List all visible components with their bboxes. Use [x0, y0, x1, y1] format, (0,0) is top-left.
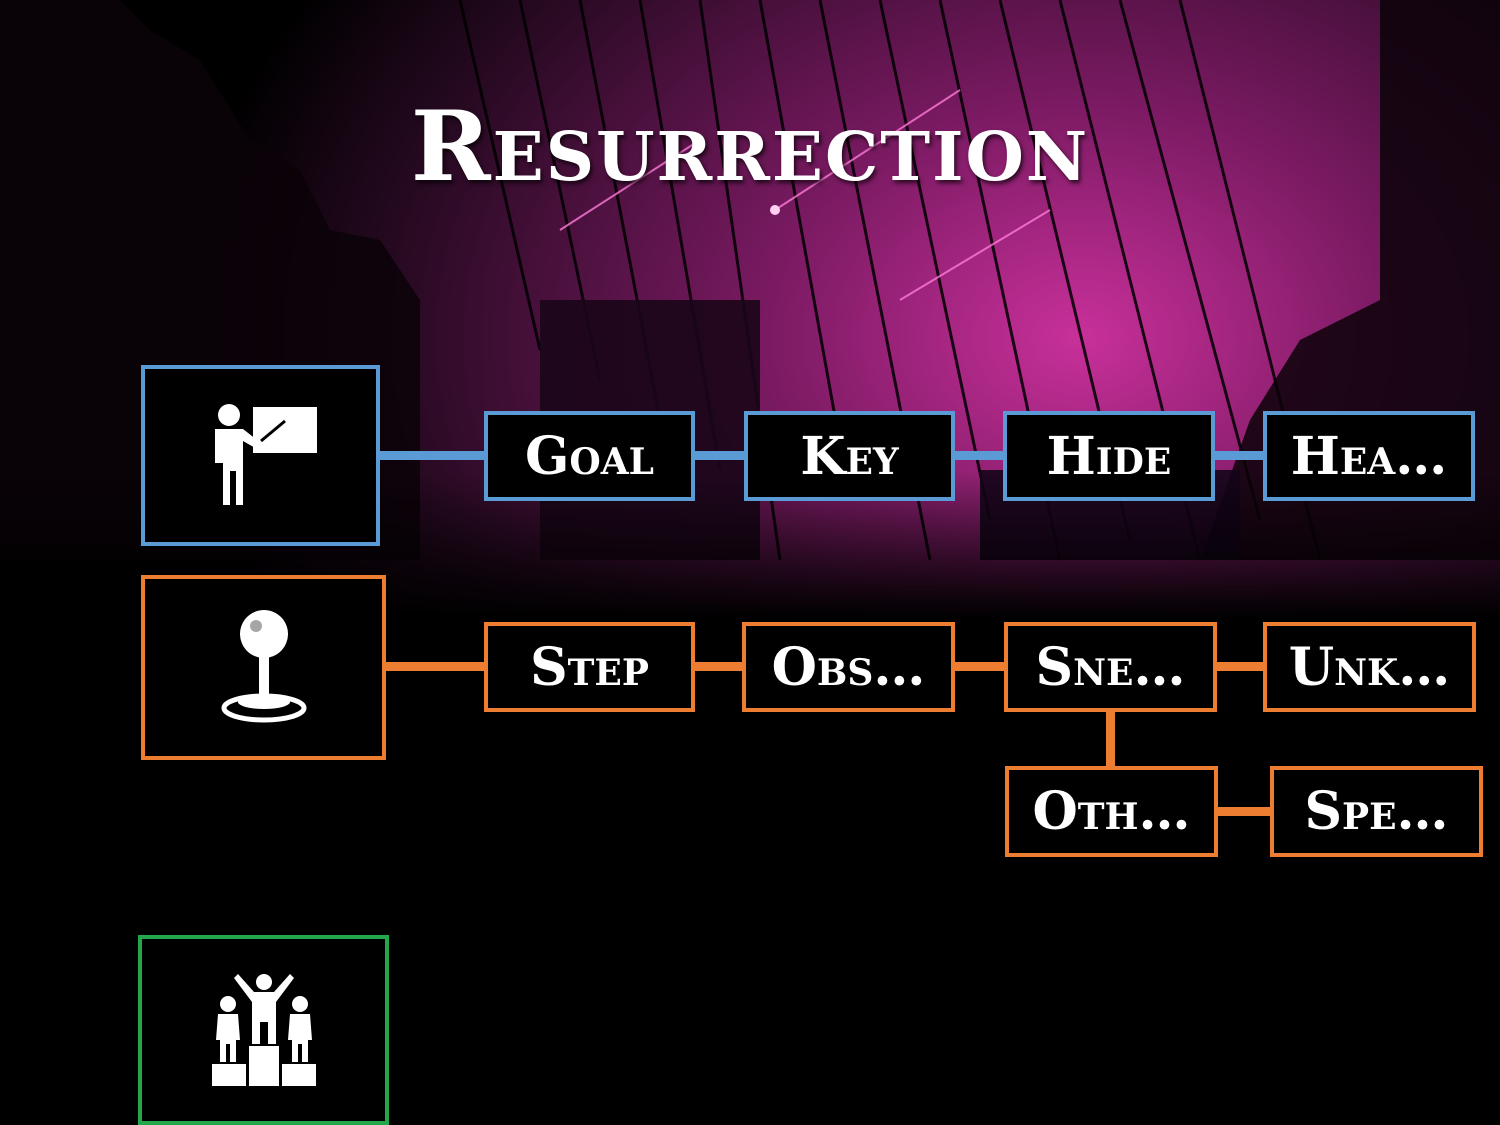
gameplay-icon-box	[141, 575, 386, 760]
connector-line	[1215, 662, 1265, 671]
connector-line	[694, 451, 746, 460]
node-key[interactable]: Key	[744, 411, 955, 501]
podium-icon	[211, 974, 316, 1086]
connector-line	[1215, 807, 1273, 816]
node-oth[interactable]: Oth…	[1005, 766, 1218, 857]
node-spe[interactable]: Spe…	[1270, 766, 1483, 857]
node-hea[interactable]: Hea…	[1263, 411, 1475, 501]
node-obs[interactable]: Obs…	[742, 622, 955, 712]
slide-title: Resurrection	[410, 90, 1090, 203]
node-hide[interactable]: Hide	[1003, 411, 1215, 501]
teacher-icon	[214, 403, 317, 505]
connector-line	[1106, 710, 1115, 768]
players-icon-box	[138, 935, 389, 1125]
connector-line	[384, 662, 486, 671]
teaching-icon-box	[141, 365, 380, 546]
node-step[interactable]: Step	[484, 622, 695, 712]
node-sne[interactable]: Sne…	[1004, 622, 1217, 712]
joystick-icon	[221, 609, 306, 722]
node-unk[interactable]: Unk…	[1263, 622, 1476, 712]
connector-line	[694, 662, 744, 671]
node-goal[interactable]: Goal	[484, 411, 695, 501]
connector-line	[378, 451, 486, 460]
connector-line	[953, 662, 1006, 671]
connector-line	[1213, 451, 1265, 460]
connector-line	[953, 451, 1005, 460]
